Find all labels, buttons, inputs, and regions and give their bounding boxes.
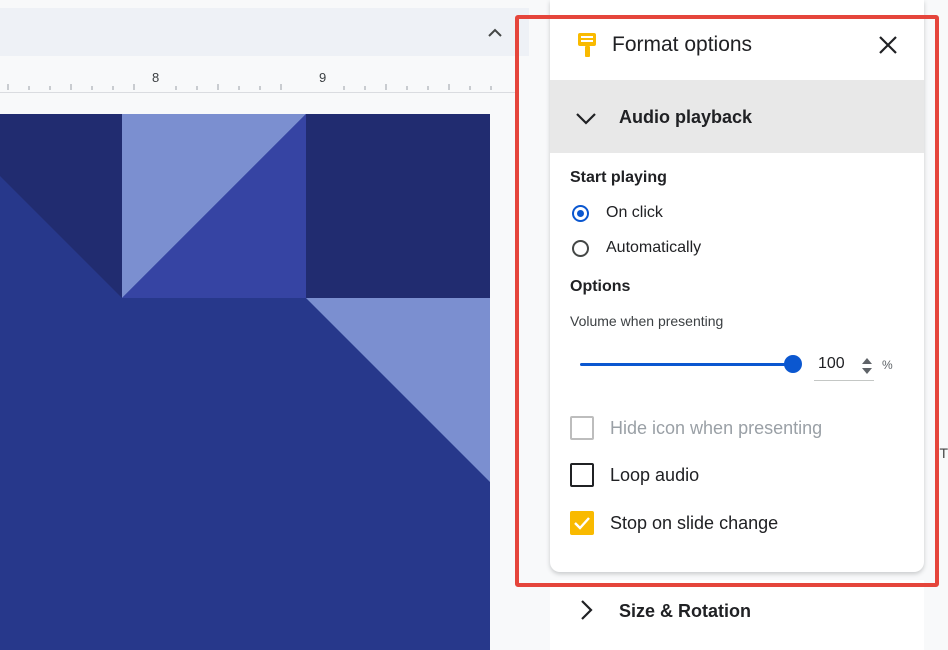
edge-text: T [939, 445, 948, 461]
slide-canvas[interactable] [0, 114, 490, 650]
panel-header: Format options [550, 0, 924, 80]
checkbox-hide-icon[interactable]: Hide icon when presenting [570, 416, 890, 442]
audio-playback-title: Audio playback [619, 107, 753, 127]
start-playing-label: Start playing [570, 169, 667, 186]
ruler-mark-8: 8 [152, 70, 160, 85]
paint-roller-icon [576, 32, 598, 63]
radio-button-selected[interactable] [572, 205, 589, 222]
close-icon[interactable] [876, 33, 900, 57]
checkbox-unchecked[interactable] [570, 463, 594, 487]
checkbox-label-loop-audio: Loop audio [610, 465, 700, 485]
options-label: Options [570, 278, 631, 295]
chevron-down-icon [574, 106, 598, 130]
volume-unit: % [882, 358, 893, 372]
checkbox-loop-audio[interactable]: Loop audio [570, 463, 890, 489]
radio-label-automatically: Automatically [606, 239, 702, 256]
volume-slider-track[interactable] [580, 363, 793, 366]
radio-label-on-click: On click [606, 204, 663, 221]
toolbar-strip [0, 8, 529, 56]
checkbox-disabled[interactable] [570, 416, 594, 440]
ruler-mark-9: 9 [319, 70, 327, 85]
format-options-panel: Format options Audio playback Start play… [550, 0, 924, 572]
checkbox-label-hide-icon: Hide icon when presenting [610, 418, 823, 438]
volume-value: 100 [818, 355, 845, 372]
checkbox-label-stop-on-slide-change: Stop on slide change [610, 513, 779, 533]
size-rotation-section-header[interactable]: Size & Rotation [550, 580, 924, 650]
volume-label: Volume when presenting [570, 313, 724, 329]
volume-slider-thumb[interactable] [784, 355, 802, 373]
horizontal-ruler: 8 9 [0, 60, 515, 93]
radio-automatically[interactable]: Automatically [570, 237, 870, 263]
audio-playback-section-header[interactable]: Audio playback [550, 80, 924, 153]
checkmark-icon [574, 517, 590, 530]
volume-stepper-icon[interactable] [860, 355, 874, 377]
panel-title: Format options [612, 33, 753, 56]
radio-button[interactable] [572, 240, 589, 257]
radio-on-click[interactable]: On click [570, 202, 870, 228]
chevron-right-icon [574, 598, 598, 622]
chevron-up-icon[interactable] [484, 22, 506, 44]
checkbox-checked[interactable] [570, 511, 594, 535]
checkbox-stop-on-slide-change[interactable]: Stop on slide change [570, 511, 890, 537]
size-rotation-title: Size & Rotation [619, 601, 752, 621]
